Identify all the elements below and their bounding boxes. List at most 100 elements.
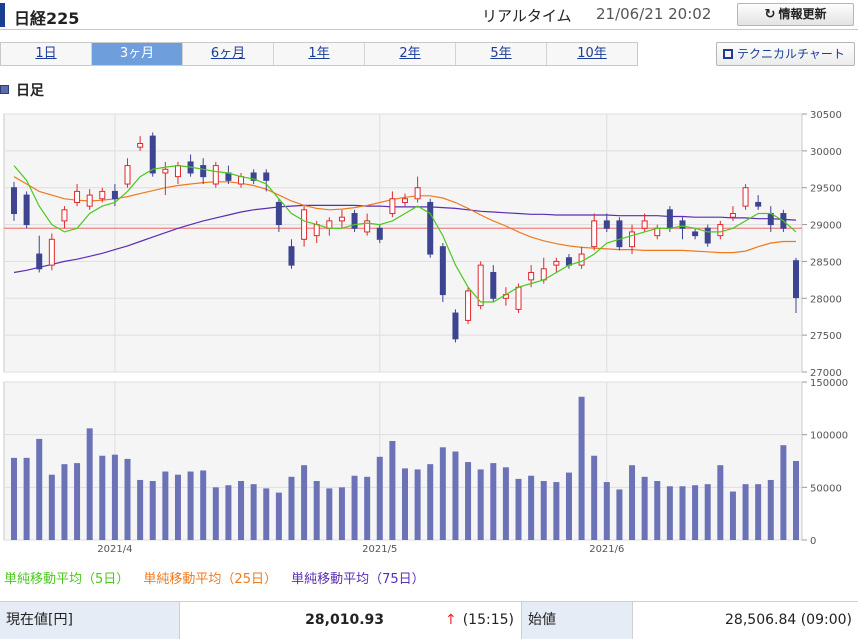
volume-bar <box>427 464 434 540</box>
candle-body <box>553 260 560 266</box>
volume-bar <box>565 472 572 540</box>
tab-3m[interactable]: 3ヶ月 <box>92 43 183 65</box>
volume-bar <box>502 467 509 540</box>
candle-body <box>414 187 421 200</box>
tab-5y[interactable]: 5年 <box>456 43 547 65</box>
volume-bar <box>48 474 55 540</box>
volume-bar <box>326 488 333 540</box>
candle-body <box>402 198 408 203</box>
volume-bar <box>578 396 585 540</box>
current-price-time: ↑ (15:15) <box>390 602 520 639</box>
square-icon <box>0 85 9 94</box>
price-tick-label: 29500 <box>810 184 842 195</box>
volume-bar <box>212 487 219 540</box>
volume-bar <box>23 457 30 540</box>
volume-bar <box>767 479 774 540</box>
candle-body <box>61 209 68 222</box>
candle-body <box>137 142 144 148</box>
legend-ma75: 単純移動平均（75日） <box>291 572 425 587</box>
date-tick-label: 2021/4 <box>97 544 132 555</box>
candle-body <box>74 190 81 203</box>
candle-body <box>313 224 320 237</box>
volume-bar <box>111 454 118 540</box>
candle-body <box>793 260 799 299</box>
volume-bar <box>313 481 320 540</box>
price-tick-label: 30500 <box>810 110 842 121</box>
price-tick-label: 30000 <box>810 147 842 158</box>
refresh-label: 情報更新 <box>778 7 827 21</box>
volume-bar <box>414 469 421 540</box>
volume-bar <box>61 464 68 540</box>
section-title: 日足 <box>0 80 44 100</box>
volume-bar <box>553 482 560 540</box>
price-tick-label: 29000 <box>810 221 842 232</box>
candle-body <box>439 246 446 296</box>
volume-bar <box>86 428 93 540</box>
candle-body <box>452 312 459 340</box>
volume-tick-label: 150000 <box>810 378 848 389</box>
volume-bar <box>452 451 459 540</box>
volume-bar <box>263 488 270 540</box>
price-tick-label: 28500 <box>810 257 842 268</box>
refresh-button[interactable]: ↻ 情報更新 <box>737 3 854 26</box>
header-accent <box>0 3 5 27</box>
date-tick-label: 2021/6 <box>589 544 624 555</box>
tab-1y[interactable]: 1年 <box>274 43 365 65</box>
volume-bar <box>225 485 232 540</box>
volume-bar <box>755 484 762 540</box>
volume-bar <box>603 482 610 540</box>
volume-bar <box>729 491 736 540</box>
volume-bar <box>301 465 308 540</box>
tab-2y[interactable]: 2年 <box>365 43 456 65</box>
volume-bar <box>275 492 282 540</box>
volume-tick-label: 100000 <box>810 431 848 442</box>
volume-bar <box>704 484 711 540</box>
candle-body <box>742 187 749 207</box>
volume-bar <box>477 469 484 540</box>
candle-body <box>704 227 711 244</box>
window-icon <box>723 49 733 59</box>
candle-body <box>591 220 598 248</box>
candle-body <box>288 246 295 266</box>
tab-10y[interactable]: 10年 <box>547 43 637 65</box>
header-bar: 日経225 リアルタイム 21/06/21 20:02 ↻ 情報更新 <box>0 0 858 30</box>
candle-body <box>515 286 522 310</box>
candle-body <box>465 290 472 321</box>
current-price-label: 現在値[円] <box>0 602 180 639</box>
volume-bar <box>780 445 787 540</box>
candle-body <box>263 172 270 181</box>
candle-body <box>389 198 396 215</box>
volume-bar <box>149 481 156 540</box>
candle-body <box>36 253 43 270</box>
volume-bar <box>692 485 699 540</box>
candle-body <box>717 224 724 237</box>
candle-body <box>666 209 673 229</box>
candle-body <box>692 231 699 237</box>
volume-bar <box>629 465 636 540</box>
volume-bar <box>679 486 686 540</box>
realtime-label: リアルタイム <box>482 7 572 25</box>
volume-bar <box>666 486 673 540</box>
candle-body <box>427 201 434 255</box>
legend-ma25: 単純移動平均（25日） <box>143 572 277 587</box>
volume-bar <box>439 447 446 540</box>
candle-body <box>578 253 585 266</box>
tab-6m[interactable]: 6ヶ月 <box>183 43 274 65</box>
current-time-text: (15:15) <box>462 612 514 628</box>
volume-bar <box>137 479 144 540</box>
technical-chart-button[interactable]: テクニカルチャート <box>716 42 855 66</box>
timestamp: 21/06/21 20:02 <box>596 5 712 23</box>
volume-bar <box>742 484 749 540</box>
volume-bar <box>288 476 295 540</box>
volume-bar <box>250 484 257 540</box>
volume-bar <box>99 455 106 540</box>
candle-body <box>212 165 219 185</box>
tab-1d[interactable]: 1日 <box>1 43 92 65</box>
candle-body <box>48 238 55 266</box>
volume-bar <box>36 438 43 540</box>
page-title: 日経225 <box>14 9 80 28</box>
candle-body <box>111 190 118 200</box>
volume-bar <box>238 481 245 540</box>
volume-bar <box>641 476 648 540</box>
candle-body <box>200 165 207 178</box>
